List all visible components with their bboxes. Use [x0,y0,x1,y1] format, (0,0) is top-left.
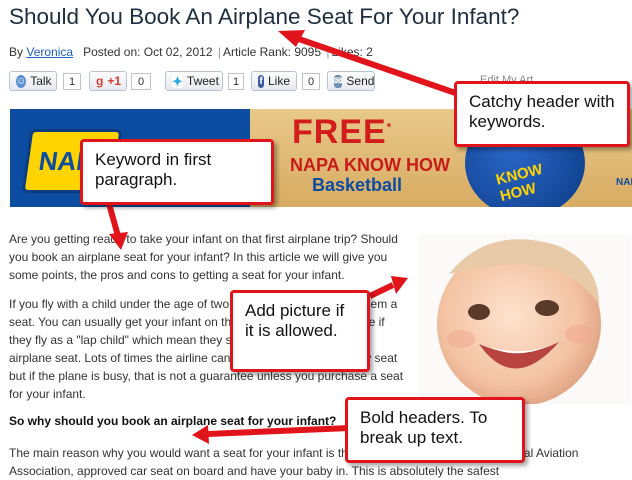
talk-icon: ☺ [16,74,27,88]
banner-line-2: NAPA KNOW HOW [290,155,450,175]
banner-free-text: FREE* [292,113,392,152]
talk-count: 1 [63,73,81,90]
gplus-button-label: +1 [107,74,122,88]
callout-catchy-header: Catchy header with keywords. [454,81,630,147]
send-icon: ✉ [334,74,343,88]
talk-button-label: Talk [30,74,52,88]
tweet-button[interactable]: ✦ Tweet [165,71,223,91]
callout-picture: Add picture if it is allowed. [230,290,370,372]
banner-line-3: Basketball [312,175,403,195]
article-paragraph-1: Are you getting ready to take your infan… [9,232,398,282]
ball-text: KNOW HOW [494,160,545,206]
facebook-icon: f [258,74,264,88]
like-button-label: Like [267,74,290,88]
send-button[interactable]: ✉ Send [327,71,375,91]
gplus-count: 0 [131,73,151,90]
facebook-like-button[interactable]: f Like [251,71,297,91]
send-button-label: Send [346,74,375,88]
like-count: 0 [302,73,320,90]
twitter-bird-icon: ✦ [172,73,183,89]
article-subheading: So why should you book an airplane seat … [9,414,337,428]
article-meta: By Veronica Posted on: Oct 02, 2012 | Art… [9,45,373,59]
banner-free-word: FREE [292,113,387,151]
article-paragraph-3: The main reason why you would want a sea… [9,446,579,478]
posted-date: Posted on: Oct 02, 2012 [83,45,213,59]
gplus-button[interactable]: g +1 [89,71,127,91]
banner-free-mark: * [386,121,392,134]
by-label: By [9,45,24,59]
baby-illustration [437,239,601,404]
article-title: Should You Book An Airplane Seat For You… [9,4,520,29]
article-rank: Article Rank: 9095 [222,45,322,59]
banner-edge-text: NAPA [616,177,632,188]
tweet-count: 1 [228,73,244,90]
tweet-button-label: Tweet [186,74,219,88]
gplus-icon: g [96,73,104,88]
callout-bold-headers: Bold headers. To break up text. [345,397,525,463]
author-link[interactable]: Veronica [26,45,73,59]
likes-count: Likes: 2 [331,45,373,59]
talk-button[interactable]: ☺ Talk [9,71,57,91]
callout-keyword: Keyword in first paragraph. [80,139,274,205]
infant-photo [419,234,631,404]
